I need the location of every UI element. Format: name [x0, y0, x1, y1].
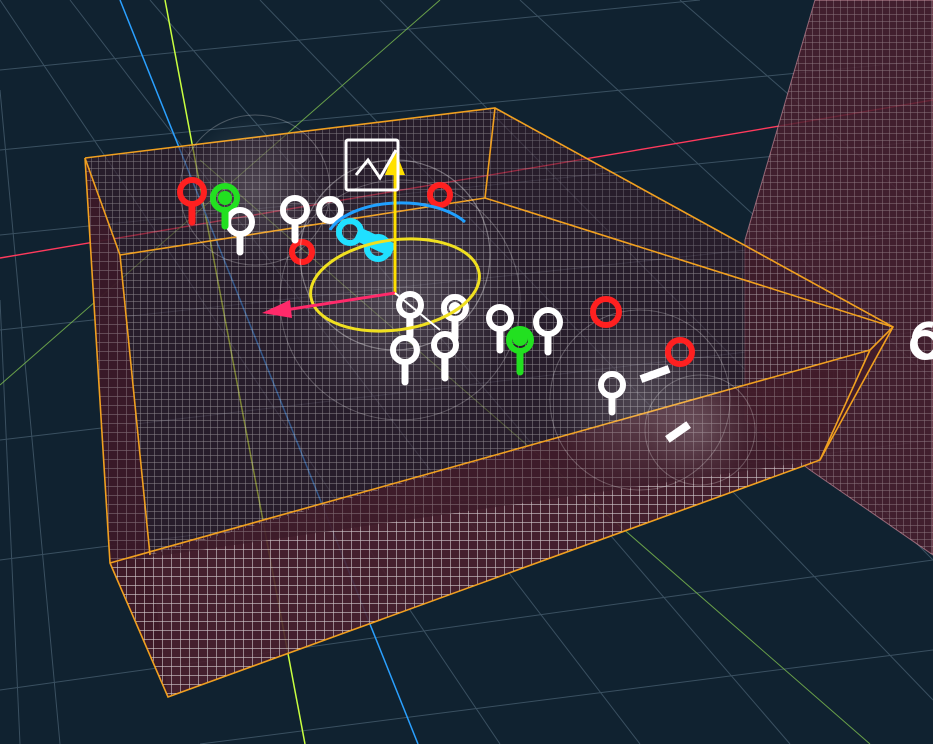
3d-viewport[interactable] — [0, 0, 933, 744]
scene-canvas[interactable] — [0, 0, 933, 744]
